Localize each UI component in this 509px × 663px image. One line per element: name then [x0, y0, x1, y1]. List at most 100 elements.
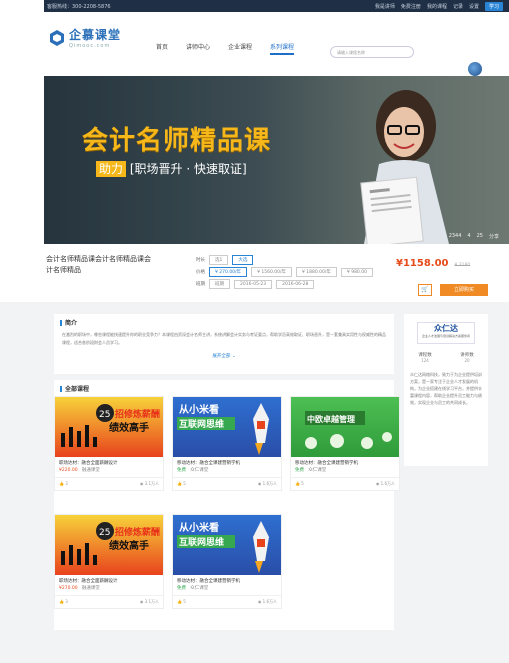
option-row-duration: 时长 选1 大选	[196, 254, 373, 266]
courses-title: 全部课程	[54, 380, 394, 397]
course-card[interactable]: 从小米看 互联网思维 移动达材：融合全课建营销学机 免费 众仁课堂 👍 5 ◉ …	[172, 514, 282, 609]
option-chip[interactable]: 大选	[232, 255, 254, 265]
course-card-name: 职场达材：融合全面薪酬设计	[59, 461, 118, 466]
like-icon[interactable]: 👍 5	[177, 599, 186, 605]
course-card[interactable]: 中欧卓越管理 移动达材：融合全课建营销学机 免费 众仁课堂 👍 5 ◉ 1.6万…	[290, 396, 400, 491]
thumb-line2: 互联网思维	[179, 418, 224, 430]
org-logo[interactable]: 众仁达 企业人才发展与培训解决方案服务商	[417, 322, 475, 344]
option-label: 价格	[196, 270, 205, 275]
course-card-likes: 5	[301, 481, 304, 486]
expand-label: 展开全部	[212, 354, 231, 359]
course-card-views: 3.1万人	[144, 599, 159, 604]
thumb-line2: 绩效高手	[109, 421, 149, 434]
option-chip[interactable]: ¥ 1880.00/年	[295, 267, 337, 277]
link-my-courses[interactable]: 我的课程	[427, 3, 447, 10]
org-tagline: 企业人才发展与培训解决方案服务商	[421, 334, 470, 338]
course-card-org: 众仁课堂	[190, 586, 209, 591]
course-card[interactable]: 25 招修炼薪酬 绩效高手 职场达材：融合全面薪酬设计 ¥270.00 融通课堂…	[54, 514, 164, 609]
share-button[interactable]: 分享	[489, 233, 499, 240]
nav-enterprise-courses[interactable]: 企业课程	[228, 42, 252, 55]
add-to-cart-button[interactable]: 🛒	[418, 284, 432, 296]
option-chip[interactable]: 选1	[209, 255, 229, 265]
expand-link[interactable]: 展开全部 ⌄	[54, 353, 394, 359]
link-register[interactable]: 免费注册	[401, 3, 421, 10]
banner-subtitle: 助力 [职场晋升 · 快速取证]	[96, 160, 247, 177]
logo-name: 企慕课堂	[69, 28, 122, 42]
course-card-name: 职场达材：融合全面薪酬设计	[59, 579, 118, 584]
link-settings[interactable]: 设置	[469, 3, 479, 10]
course-thumbnail: 25 招修炼薪酬 绩效高手	[55, 515, 163, 575]
banner-subtitle-text: [职场晋升 · 快速取证]	[129, 162, 247, 176]
course-card-price: ¥270.00	[59, 586, 78, 591]
thumb-line2: 绩效高手	[109, 539, 149, 552]
thumb-line1: 招修炼薪酬	[115, 526, 160, 538]
logo[interactable]: 企慕课堂 Qimooc.com	[48, 26, 121, 49]
link-teacher[interactable]: 我是讲师	[375, 3, 395, 10]
thumb-line1: 招修炼薪酬	[115, 408, 160, 420]
likes-count[interactable]: 4	[467, 233, 470, 240]
price-box: ¥1158.00 ¥ 3180	[396, 258, 470, 269]
option-chip[interactable]: ¥ 270.00/年	[209, 267, 248, 277]
like-icon[interactable]: 👍 3	[59, 481, 68, 487]
cart-icon: 🛒	[421, 286, 429, 293]
option-chip[interactable]: ¥ 980.00	[340, 267, 373, 277]
all-courses-section: 全部课程 25 招修炼薪酬 绩效高手 职场达材：融合全面薪酬设计 ¥220.00…	[54, 380, 400, 630]
course-card-price: 免费	[177, 586, 186, 591]
course-card-likes: 3	[65, 481, 68, 486]
option-row-session: 班期 班期 2016-05-23 2016-06-28	[196, 278, 373, 290]
like-icon[interactable]: 👍 5	[177, 481, 186, 487]
option-chip[interactable]: 2016-06-28	[276, 279, 315, 289]
top-links: 我是讲师 免费注册 我的课程 记录 设置 学习	[375, 1, 509, 11]
favorites-count[interactable]: 25	[477, 233, 483, 240]
original-price: ¥ 3180	[454, 263, 471, 268]
link-records[interactable]: 记录	[453, 3, 463, 10]
nav-series-courses[interactable]: 系列课程	[270, 42, 295, 55]
course-card-likes: 3	[65, 599, 68, 604]
study-button[interactable]: 学习	[484, 1, 503, 11]
course-card-likes: 5	[183, 599, 186, 604]
logo-icon	[48, 29, 66, 47]
org-stat-value: 20	[464, 358, 470, 363]
course-card-views: 1.6万人	[380, 481, 395, 486]
option-chip[interactable]: 2016-05-23	[234, 279, 273, 289]
option-chip[interactable]: ¥ 1560.00/年	[251, 267, 292, 277]
nav-home[interactable]: 首页	[156, 42, 168, 55]
option-chip[interactable]: 班期	[209, 279, 230, 289]
like-icon[interactable]: 👍 3	[59, 599, 68, 605]
main-nav: 首页 讲师中心 企业课程 系列课程	[156, 42, 295, 55]
thumb-number: 25	[99, 528, 110, 538]
thumb-line1: 从小米看	[179, 403, 219, 416]
top-bar: 客服热线：300-2208-5876 我是讲师 免费注册 我的课程 记录 设置 …	[44, 0, 509, 12]
course-card-price: 免费	[295, 468, 304, 473]
header: 企慕课堂 Qimooc.com 首页 讲师中心 企业课程 系列课程	[44, 12, 509, 64]
avatar[interactable]	[468, 62, 482, 76]
chevron-down-icon: ⌄	[231, 354, 236, 359]
search-input[interactable]: 请输入课程名称	[330, 46, 414, 58]
course-card-views: 1.6万人	[262, 481, 277, 486]
course-card[interactable]: 从小米看 互联网思维 移动达材：融合全课建营销学机 免费 众仁课堂 👍 5 ◉ …	[172, 396, 282, 491]
intro-text: 在激烈的职场中，哪些课程能快速提升你的职业竞争力？本课程由资深会计名师主讲，系统…	[62, 332, 386, 345]
course-card-likes: 5	[183, 481, 186, 486]
course-card[interactable]: 25 招修炼薪酬 绩效高手 职场达材：融合全面薪酬设计 ¥220.00 融通课堂…	[54, 396, 164, 491]
intro-section: 简介 在激烈的职场中，哪些课程能快速提升你的职业竞争力？本课程由资深会计名师主讲…	[54, 314, 394, 374]
org-name: 众仁达	[434, 324, 458, 333]
thumb-line1: 中欧卓越管理	[307, 414, 355, 424]
organization-panel: 众仁达 企业人才发展与培训解决方案服务商 课程数 124 讲师数 20 众仁达网…	[404, 314, 488, 466]
like-icon[interactable]: 👍 5	[295, 481, 304, 487]
org-description: 众仁达网络科技，致力于为企业提供培训方案，是一家专注于企业人才发展的机构，为企业…	[410, 372, 482, 405]
course-card-name: 移动达材：融合全课建营销学机	[295, 461, 358, 466]
option-label: 班期	[196, 282, 205, 287]
views-icon: ◉ 1.6万人	[375, 481, 395, 486]
course-card-price: 免费	[177, 468, 186, 473]
views-icon: ◉ 1.6万人	[257, 599, 277, 604]
intro-title: 简介	[54, 314, 394, 331]
views-icon: ◉ 1.6万人	[257, 481, 277, 486]
course-card-price: ¥220.00	[59, 468, 78, 473]
nav-teacher-center[interactable]: 讲师中心	[186, 42, 210, 55]
course-card-views: 3.1万人	[144, 481, 159, 486]
banner-stats: 2344 4 25 分享	[449, 233, 499, 240]
presenter-image	[360, 90, 449, 244]
buy-now-button[interactable]: 立即购买	[440, 284, 488, 296]
page: 客服热线：300-2208-5876 我是讲师 免费注册 我的课程 记录 设置 …	[0, 0, 509, 663]
views-count: 2344	[448, 233, 462, 239]
